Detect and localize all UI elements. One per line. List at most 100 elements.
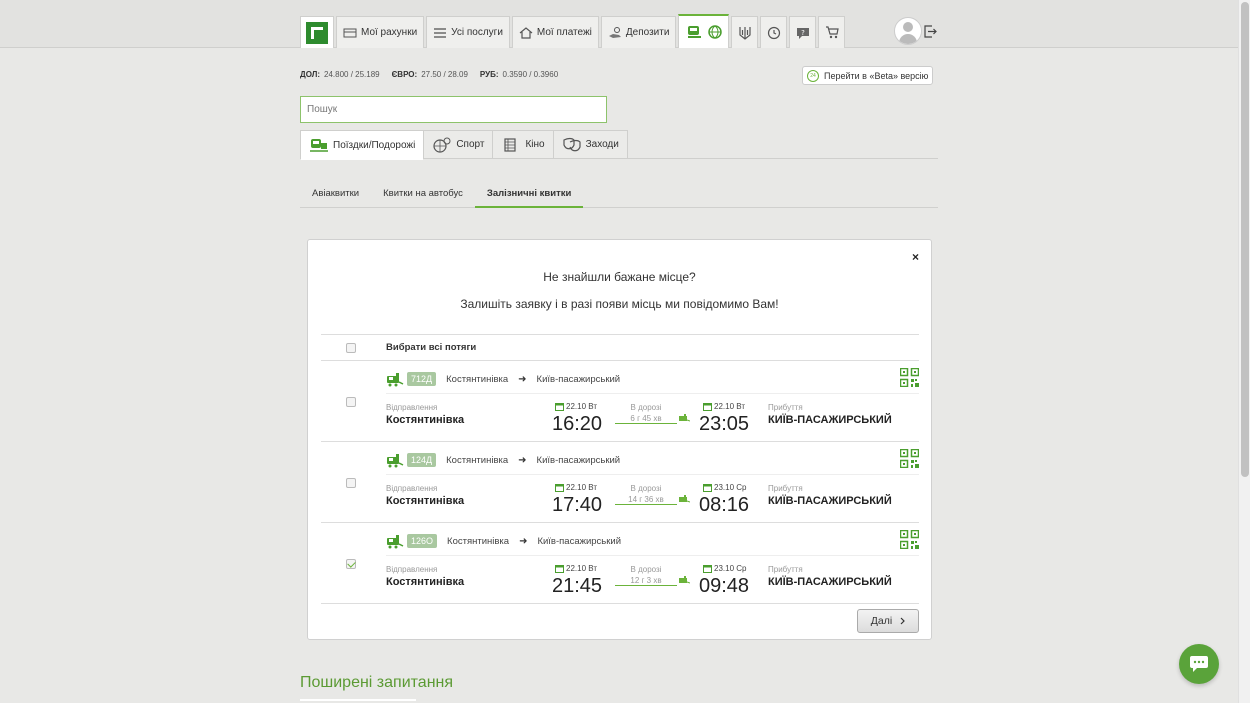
close-icon[interactable]: × [912,250,919,264]
tab-air-tickets[interactable]: Авіаквитки [300,181,371,208]
arrival-station: КИЇВ-ПАСАЖИРСЬКИЙ [768,576,892,588]
tab-cinema[interactable]: Кіно [492,130,554,159]
ticket-type-tabs: Авіаквитки Квитки на автобус Залізничні … [300,181,584,208]
tab-bus-tickets[interactable]: Квитки на автобус [371,181,475,208]
arrival-date: 23.10 Ср [703,564,746,573]
train-select-checkbox[interactable] [346,397,356,407]
privatbank-logo[interactable] [300,16,334,48]
rate-rub-value: 0.3590 / 0.3960 [502,70,559,79]
qr-code-icon[interactable] [900,530,919,549]
travel-duration: 12 г 3 хв [615,576,677,586]
arrival-station: КИЇВ-ПАСАЖИРСЬКИЙ [768,495,892,507]
calendar-icon [703,403,712,411]
nav-deposits[interactable]: Депозити [600,16,677,48]
route-to: Київ-пасажирський [537,535,622,547]
train-select-checkbox[interactable] [346,559,356,569]
nav-all-services-label: Усі послуги [451,27,503,38]
route-from: Костянтинівка [447,535,510,547]
travel-duration: 14 г 36 хв [615,495,677,505]
nav-government[interactable] [731,16,759,48]
nav-travel-leisure[interactable] [678,14,730,48]
nav-cart[interactable] [818,16,846,48]
nav-my-accounts[interactable]: Мої рахунки [336,16,425,48]
card-icon [343,28,357,37]
train-row[interactable]: 712Д Костянтинівка ➜ Київ-пасажирський Відпр… [321,361,919,442]
list-icon [434,27,447,38]
page-scrollbar[interactable] [1238,0,1250,703]
nav-my-accounts-label: Мої рахунки [361,27,418,38]
departure-time: 21:45 [552,575,603,597]
departure-date-text: 22.10 Вт [566,564,597,573]
search-input[interactable] [300,96,607,123]
locomotive-icon [387,534,404,548]
departure-date-text: 22.10 Вт [566,402,597,411]
select-all-label: Вибрати всі потяги [386,342,477,353]
arrival-station: КИЇВ-ПАСАЖИРСЬКИЙ [768,414,892,426]
next-button[interactable]: Далі [857,609,919,633]
tab-events-label: Заходи [585,139,619,150]
route-to: Київ-пасажирський [536,373,621,385]
user-avatar[interactable] [894,17,922,45]
tab-cinema-label: Кіно [525,139,545,150]
tab-sport[interactable]: Спорт [423,130,494,159]
nav-deposits-label: Депозити [625,27,670,38]
calendar-icon [703,565,712,573]
tab-travel[interactable]: Поїздки/Подорожі [300,130,425,160]
trident-icon [739,26,751,40]
train-small-icon [679,576,690,584]
beta-version-button[interactable]: 24 Перейти в «Beta» версію [802,66,933,85]
scrollbar-thumb[interactable] [1241,2,1249,477]
train-row[interactable]: 124Д Костянтинівка ➜ Київ-пасажирський Відпр… [321,442,919,523]
help-icon: ? [796,27,809,39]
select-all-checkbox[interactable] [346,343,356,353]
tab-events[interactable]: Заходи [552,130,628,159]
modal-title: Не знайшли бажане місце? [543,270,696,284]
theater-masks-icon [562,137,581,151]
calendar-icon [555,403,564,411]
faq-title: Поширені запитання [300,674,454,691]
arrival-label: Прибуття [768,403,803,412]
arrival-date: 23.10 Ср [703,483,746,492]
rate-usd-label: ДОЛ: [300,70,320,79]
departure-station: Костянтинівка [386,576,465,588]
rate-usd-value: 24.800 / 25.189 [324,70,380,79]
departure-station: Костянтинівка [386,495,465,507]
hand-coin-icon [608,26,621,38]
train-header: 712Д Костянтинівка ➜ Київ-пасажирський [386,369,620,389]
nav-my-payments-label: Мої платежі [536,27,592,38]
waitlist-modal: × Не знайшли бажане місце? Залишіть заяв… [307,239,932,640]
row-divider [386,393,919,394]
travel-duration: 6 г 45 хв [615,414,677,424]
train-small-icon [679,414,690,422]
train-bus-icon [310,139,328,152]
train-header: 126О Костянтинівка ➜ Київ-пасажирський [386,531,621,551]
calendar-icon [555,565,564,573]
departure-station: Костянтинівка [386,414,465,426]
next-button-label: Далі [870,615,893,627]
arrow-right-icon: ➜ [518,454,527,466]
svg-text:?: ? [801,29,805,37]
qr-code-icon[interactable] [900,449,919,468]
nav-all-services[interactable]: Усі послуги [426,16,510,48]
tab-rail-tickets[interactable]: Залізничні квитки [474,181,584,208]
departure-label: Відправлення [386,565,438,574]
rate-rub: РУБ: 0.3590 / 0.3960 [480,70,558,79]
train-select-checkbox[interactable] [346,478,356,488]
train-small-icon [679,495,690,503]
rate-eur: ЄВРО: 27.50 / 28.09 [392,70,468,79]
rate-usd: ДОЛ: 24.800 / 25.189 [300,70,380,79]
arrival-date-text: 23.10 Ср [714,483,747,492]
on-way-label: В дорозі [630,565,662,574]
rate-rub-label: РУБ: [479,70,499,79]
nav-help[interactable]: ? [789,16,817,48]
qr-code-icon[interactable] [900,368,919,387]
nav-my-payments[interactable]: Мої платежі [511,16,599,48]
history-icon [767,26,781,39]
arrow-right-icon: ➜ [519,535,528,547]
chat-button[interactable] [1179,644,1219,684]
nav-history[interactable] [760,16,788,48]
route-to: Київ-пасажирський [536,454,621,466]
faq-divider [300,699,416,701]
train-row[interactable]: 126О Костянтинівка ➜ Київ-пасажирський Відпр… [321,523,919,604]
logout-icon[interactable] [924,25,937,38]
